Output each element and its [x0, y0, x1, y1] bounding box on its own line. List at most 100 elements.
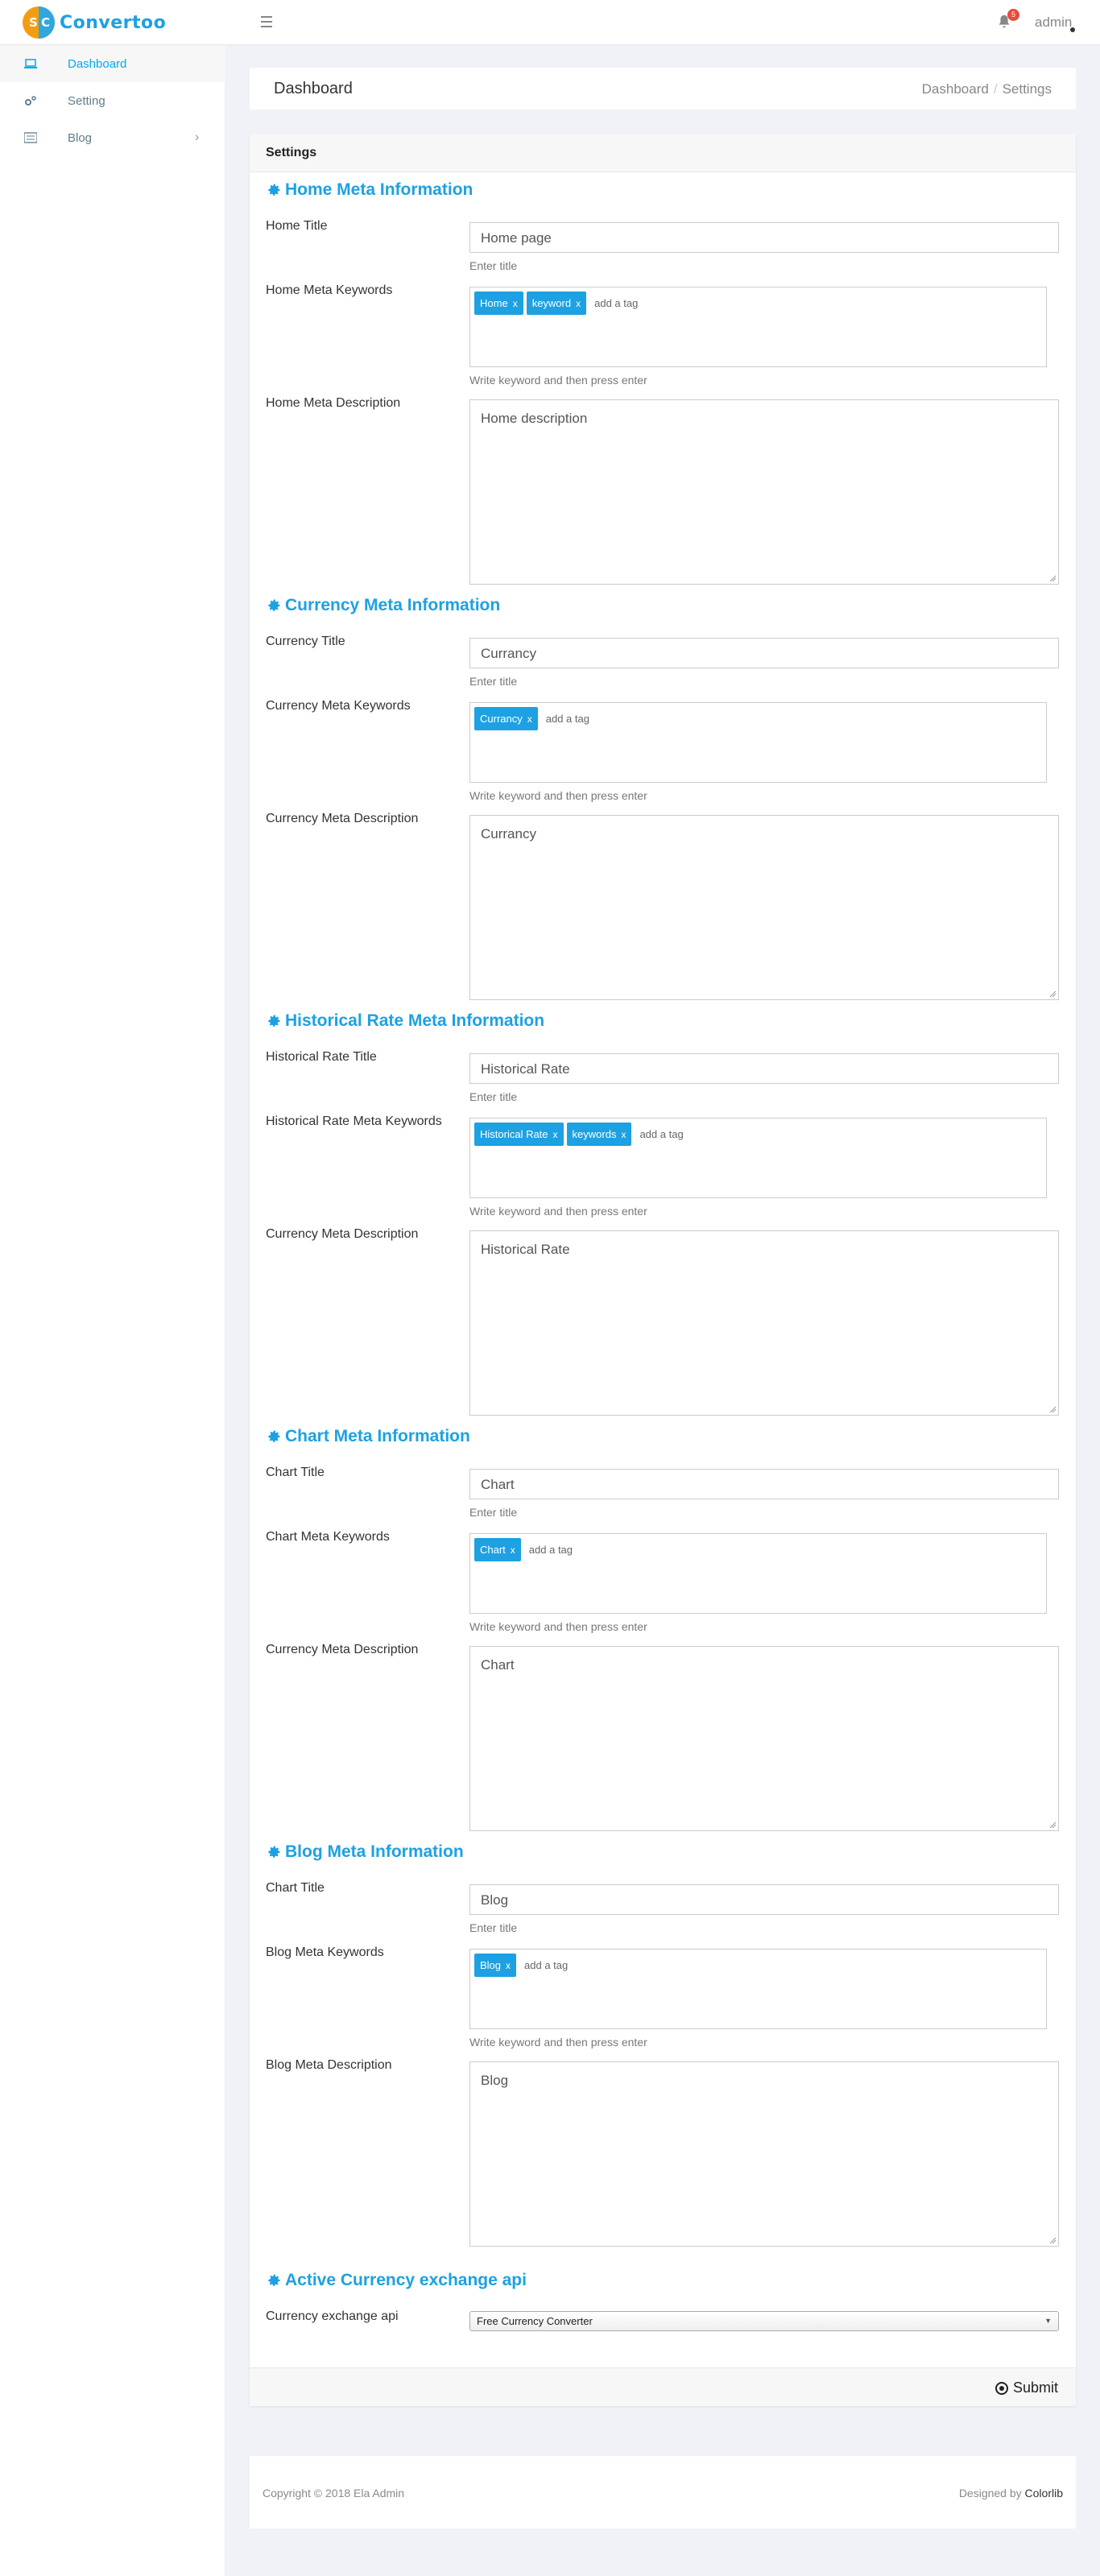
currency-api-select[interactable]: Free Currency Converter ▼ [469, 2311, 1059, 2331]
description-label: Home Meta Description [266, 396, 401, 410]
keywords-tag-input[interactable]: Historical Rate x keywords x add a tag [469, 1118, 1047, 1198]
breadcrumb-settings: Settings [1002, 81, 1052, 97]
description-textarea[interactable]: Historical Rate [469, 1230, 1059, 1416]
keywords-label: Currency Meta Keywords [266, 699, 411, 713]
notification-count-badge: 5 [1007, 9, 1019, 21]
resize-grip-icon[interactable] [1048, 990, 1057, 998]
keywords-label: Home Meta Keywords [266, 283, 393, 297]
laptop-icon [24, 59, 37, 68]
keyword-tag: keyword x [526, 292, 587, 315]
gear-icon [268, 599, 280, 611]
add-tag-input[interactable]: add a tag [639, 1128, 683, 1140]
card-header: Settings [250, 134, 1076, 172]
cogs-icon [25, 96, 36, 105]
keywords-help-text: Write keyword and then press enter [469, 2036, 647, 2049]
keyword-tag: Currancy x [474, 707, 538, 730]
description-textarea[interactable]: Blog [469, 2061, 1059, 2247]
tag-label: keyword [531, 297, 572, 309]
section-title: Home Meta Information [266, 180, 473, 200]
resize-grip-icon[interactable] [1048, 574, 1057, 582]
keywords-tag-input[interactable]: Blog x add a tag [469, 1949, 1047, 2029]
designed-by-link[interactable]: Colorlib [1025, 2487, 1063, 2500]
description-textarea[interactable]: Chart [469, 1646, 1059, 1831]
designed-by-prefix: Designed by [958, 2487, 1022, 2500]
tag-label: Blog [480, 1959, 502, 1971]
section-heading: Currency Meta Information [285, 596, 501, 614]
keywords-help-text: Write keyword and then press enter [469, 1205, 647, 1218]
remove-tag-icon[interactable]: x [621, 1129, 626, 1140]
add-tag-input[interactable]: add a tag [546, 713, 589, 725]
add-tag-input[interactable]: add a tag [524, 1959, 568, 1971]
title-input[interactable]: Blog [469, 1884, 1059, 1915]
resize-grip-icon[interactable] [1048, 2236, 1057, 2244]
remove-tag-icon[interactable]: x [527, 713, 532, 725]
remove-tag-icon[interactable]: x [513, 298, 518, 309]
title-input[interactable]: Chart [469, 1469, 1059, 1499]
gear-icon [268, 1015, 280, 1027]
keyword-tag: Chart x [474, 1538, 521, 1561]
add-tag-input[interactable]: add a tag [529, 1544, 573, 1556]
description-textarea[interactable]: Currancy [469, 815, 1059, 1000]
keywords-help-text: Write keyword and then press enter [469, 1620, 647, 1633]
keywords-label: Historical Rate Meta Keywords [266, 1114, 442, 1128]
user-status-dot [1070, 27, 1075, 32]
add-tag-input[interactable]: add a tag [594, 297, 638, 309]
title-label: Home Title [266, 219, 328, 233]
gear-icon [268, 184, 280, 196]
remove-tag-icon[interactable]: x [506, 1960, 511, 1971]
logo-letter-s: S [29, 15, 38, 30]
keywords-label: Blog Meta Keywords [266, 1945, 384, 1959]
sidebar: Dashboard Setting Blog › [0, 45, 225, 2576]
top-bar: S C Convertoo 5 admin [0, 0, 1100, 45]
sidebar-item-label: Setting [68, 93, 105, 108]
sidebar-item-setting[interactable]: Setting [0, 82, 225, 119]
description-value: Currancy [481, 826, 536, 841]
user-menu[interactable]: admin [1035, 14, 1072, 31]
description-textarea[interactable]: Home description [469, 399, 1059, 585]
sidebar-item-blog[interactable]: Blog › [0, 119, 225, 156]
description-value: Blog [481, 2073, 509, 2088]
tag-label: Currancy [480, 713, 523, 725]
title-label: Currency Title [266, 635, 345, 648]
copyright-text: Copyright © 2018 Ela Admin [263, 2487, 405, 2500]
menu-toggle-icon[interactable] [259, 14, 274, 29]
remove-tag-icon[interactable]: x [576, 298, 581, 309]
resize-grip-icon[interactable] [1048, 1405, 1057, 1413]
section-title: Historical Rate Meta Information [266, 1011, 544, 1031]
keywords-tag-input[interactable]: Home x keyword x add a tag [469, 287, 1047, 367]
title-input[interactable]: Historical Rate [469, 1053, 1059, 1084]
submit-button[interactable]: Submit [995, 2380, 1058, 2396]
description-label: Currency Meta Description [266, 1227, 419, 1241]
title-input[interactable]: Currancy [469, 638, 1059, 668]
section-heading: Chart Meta Information [285, 1427, 470, 1445]
gear-icon [268, 1430, 280, 1442]
section-title: Currency Meta Information [266, 596, 500, 615]
title-label: Chart Title [266, 1466, 325, 1479]
section-heading: Historical Rate Meta Information [285, 1011, 545, 1030]
submit-icon [995, 2381, 1008, 2395]
page-title: Dashboard [274, 80, 353, 97]
gear-icon [268, 2274, 280, 2286]
keywords-tag-input[interactable]: Chart x add a tag [469, 1533, 1047, 1614]
remove-tag-icon[interactable]: x [553, 1129, 558, 1140]
keyword-tag: Blog x [474, 1954, 517, 1977]
resize-grip-icon[interactable] [1048, 1821, 1057, 1829]
title-input[interactable]: Home page [469, 222, 1059, 253]
brand-logo[interactable]: S C Convertoo [23, 6, 166, 39]
sidebar-item-dashboard[interactable]: Dashboard [0, 45, 225, 82]
title-help-text: Enter title [469, 259, 518, 272]
title-label: Chart Title [266, 1881, 325, 1895]
section-heading: Home Meta Information [285, 180, 473, 199]
keywords-help-text: Write keyword and then press enter [469, 789, 647, 802]
api-section-title: Active Currency exchange api [266, 2271, 527, 2290]
breadcrumb-dashboard[interactable]: Dashboard [922, 81, 989, 97]
card-title: Settings [266, 146, 317, 159]
sidebar-item-label: Dashboard [68, 56, 127, 71]
keywords-tag-input[interactable]: Currancy x add a tag [469, 702, 1047, 783]
section-heading: Blog Meta Information [285, 1842, 464, 1861]
remove-tag-icon[interactable]: x [511, 1544, 515, 1556]
description-label: Blog Meta Description [266, 2058, 392, 2072]
section-title: Chart Meta Information [266, 1427, 470, 1446]
designed-by: Designed by Colorlib [959, 2487, 1063, 2500]
api-label: Currency exchange api [266, 2309, 399, 2323]
